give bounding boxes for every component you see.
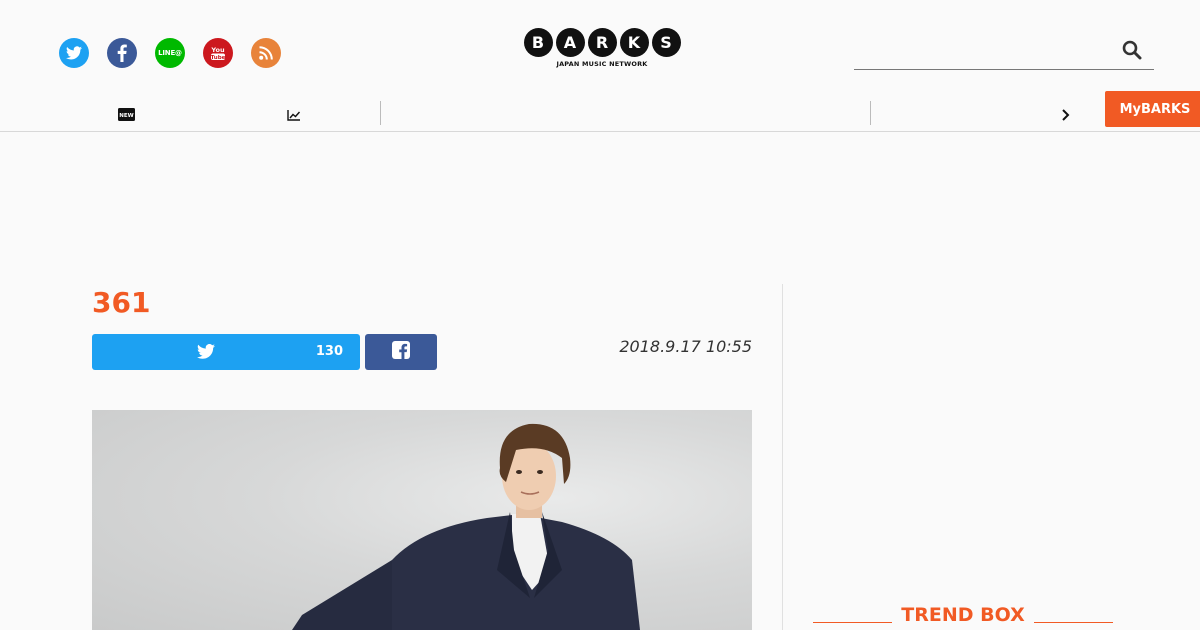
logo-letter: B [523,28,553,57]
social-links: LINE@ You Tube [59,38,281,68]
article-date: 2018.9.17 10:55 [619,337,752,356]
twitter-icon[interactable] [59,38,89,68]
svg-text:You: You [210,46,225,54]
search-input[interactable] [854,36,1114,66]
youtube-icon[interactable]: You Tube [203,38,233,68]
logo-letter: K [619,28,649,57]
trend-line-right [1033,621,1113,623]
rss-icon[interactable] [251,38,281,68]
artist-photo-illustration [292,423,640,630]
search-icon[interactable] [1122,40,1142,64]
trend-box-title: TREND BOX [901,604,1025,626]
svg-text:Tube: Tube [211,55,226,61]
trending-chart-icon[interactable] [287,106,301,125]
nav-divider [870,101,871,125]
sidebar-divider [782,284,783,630]
barks-logo[interactable]: B A R K S JAPAN MUSIC NETWORK [522,28,682,68]
article-photo [92,410,752,630]
facebook-icon [392,341,410,363]
twitter-share-button[interactable]: 130 [92,334,360,370]
facebook-icon[interactable] [107,38,137,68]
logo-letter: R [587,28,617,57]
chevron-right-icon[interactable] [1060,107,1072,126]
line-icon[interactable]: LINE@ [155,38,185,68]
twitter-share-count: 130 [315,344,343,359]
article-title: 361 [92,286,151,319]
trend-line-left [813,621,893,623]
twitter-icon [197,344,215,363]
logo-letters: B A R K S [522,28,682,57]
search-box [854,36,1154,70]
nav-divider [380,101,381,125]
facebook-share-button[interactable] [365,334,437,370]
main-nav: NEW [0,92,1200,132]
mybarks-button[interactable]: MyBARKS [1105,91,1200,127]
new-badge-label: NEW [119,113,133,119]
logo-letter: A [555,28,585,57]
new-icon[interactable]: NEW [118,106,135,125]
logo-tagline: JAPAN MUSIC NETWORK [556,60,648,68]
trend-box-heading: TREND BOX [813,600,1113,630]
line-label: LINE@ [158,49,182,57]
site-header: LINE@ You Tube B A R K S JAPAN MUSIC NET… [0,0,1200,132]
logo-letter: S [651,28,681,57]
